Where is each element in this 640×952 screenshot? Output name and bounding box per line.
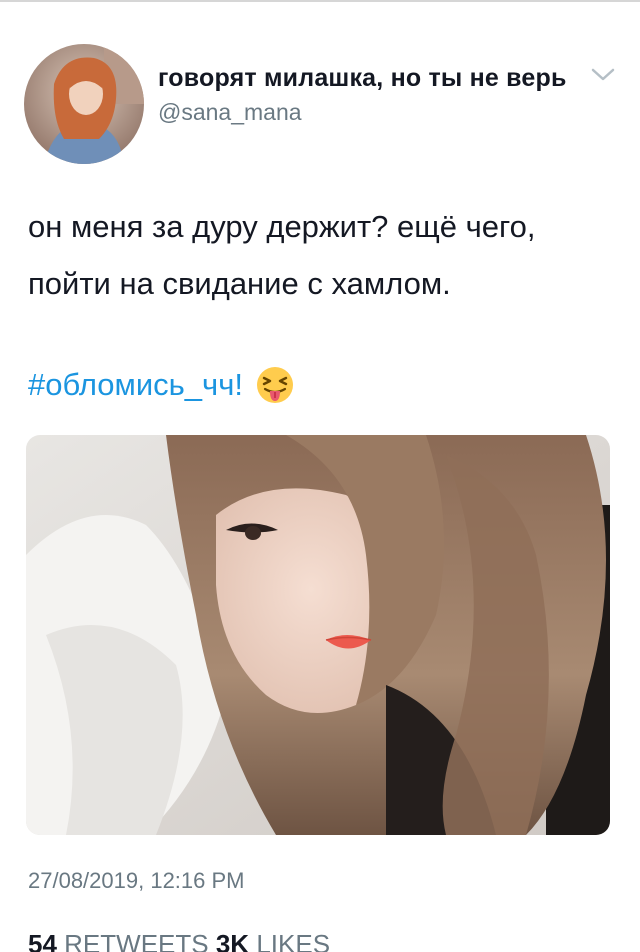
top-divider bbox=[0, 0, 640, 2]
user-handle[interactable]: @sana_mana bbox=[158, 99, 302, 126]
hashtag-link[interactable]: #обломись_чч! bbox=[28, 367, 243, 403]
retweets-label: RETWEETS bbox=[64, 929, 209, 952]
squinting-face-with-tongue-icon bbox=[255, 365, 295, 405]
tweet-timestamp[interactable]: 27/08/2019, 12:16 PM bbox=[28, 868, 245, 894]
retweets-count: 54 bbox=[28, 929, 57, 952]
chevron-down-icon[interactable] bbox=[588, 60, 618, 90]
likes-stat[interactable]: 3K LIKES bbox=[216, 929, 330, 952]
display-name[interactable]: говорят милашка, но ты не верь bbox=[158, 64, 628, 93]
tweet-photo[interactable] bbox=[26, 435, 610, 835]
tweet-text-line: он меня за дуру держит? ещё чего, bbox=[28, 209, 536, 244]
tweet-card: говорят милашка, но ты не верь @sana_man… bbox=[0, 0, 640, 952]
likes-count: 3K bbox=[215, 929, 250, 952]
hashtag-row: #обломись_чч! bbox=[28, 360, 295, 410]
tweet-text-line: пойти на свидание с хамлом. bbox=[28, 266, 451, 301]
likes-label: LIKES bbox=[256, 929, 331, 952]
avatar[interactable] bbox=[24, 44, 144, 164]
tweet-stats: 54 RETWEETS 3K LIKES bbox=[28, 929, 330, 952]
tweet-text: он меня за дуру держит? ещё чего, пойти … bbox=[28, 198, 628, 312]
retweets-stat[interactable]: 54 RETWEETS bbox=[28, 929, 209, 952]
